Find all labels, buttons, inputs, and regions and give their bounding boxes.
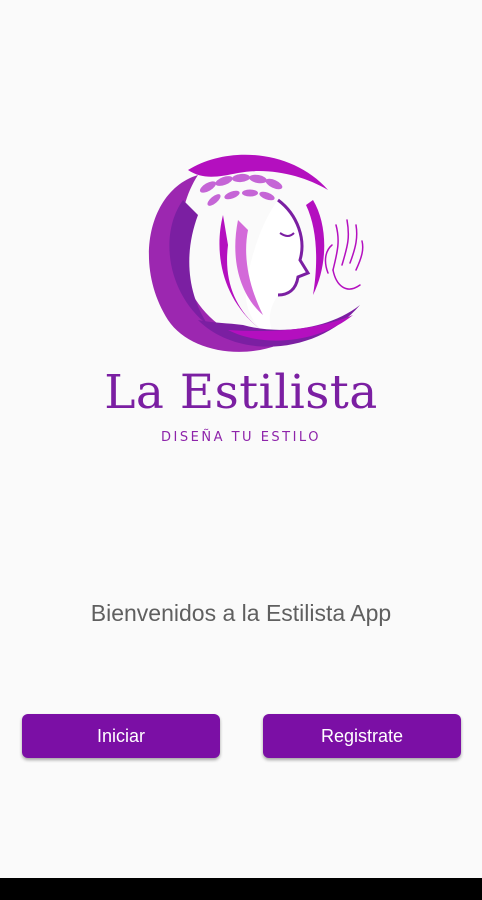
iniciar-button-label: Iniciar [96,725,145,746]
registrate-button-label: Registrate [320,725,404,746]
welcome-message: Bienvenidos a la Estilista App [90,600,392,626]
brand-name: La Estilista [104,365,378,420]
registrate-button[interactable]: Registrate [263,714,461,758]
iniciar-button[interactable]: Iniciar [22,714,220,758]
stylist-woman-logo-icon [148,154,364,352]
brand-tagline: DISEÑA TU ESTILO [161,430,321,445]
app-logo: La Estilista DISEÑA TU ESTILO [100,145,382,445]
welcome-screen: La Estilista DISEÑA TU ESTILO Bienvenido… [0,0,482,900]
system-navigation-bar [0,878,482,900]
